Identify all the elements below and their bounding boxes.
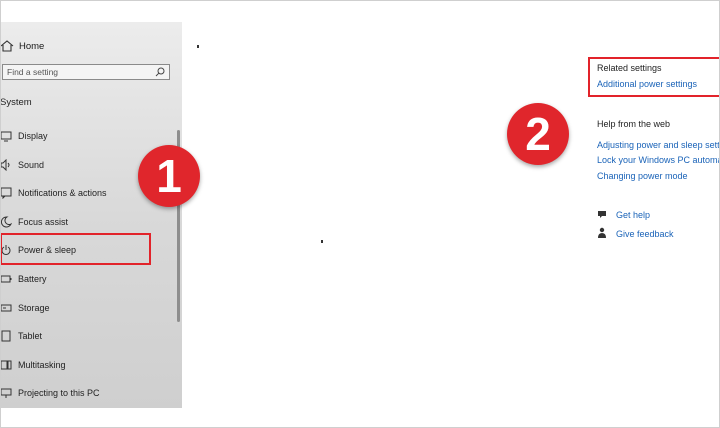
screenshot-frame: [0, 0, 720, 428]
